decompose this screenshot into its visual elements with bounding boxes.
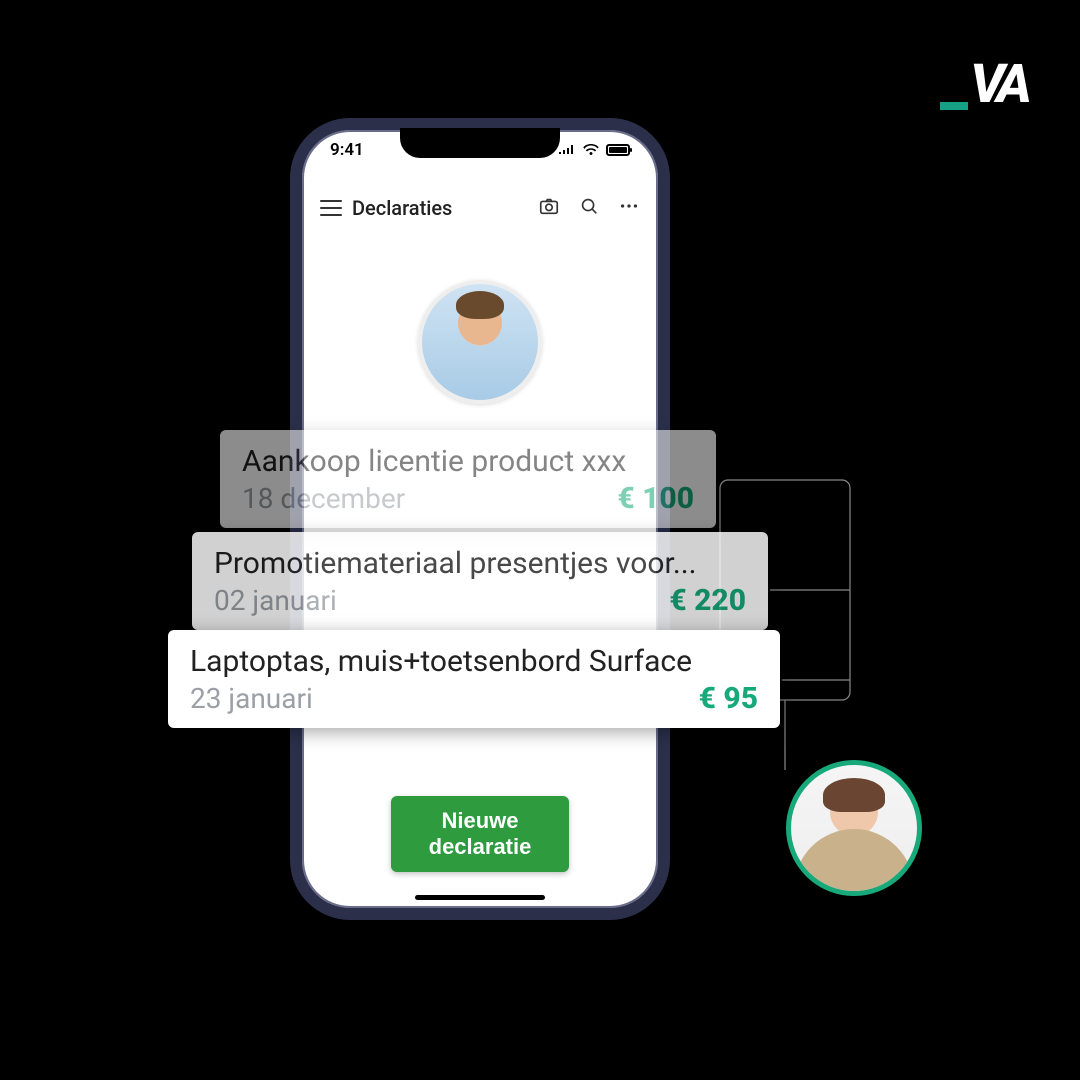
- expense-card[interactable]: Aankoop licentie product xxx 18 december…: [220, 430, 716, 528]
- phone-notch: [400, 128, 560, 158]
- new-declaration-button[interactable]: Nieuwe declaratie: [391, 796, 569, 872]
- expense-card[interactable]: Promotiemateriaal presentjes voor... 02 …: [192, 532, 768, 630]
- expense-date: 18 december: [242, 482, 405, 515]
- expense-date: 23 januari: [190, 682, 313, 715]
- expense-amount: € 100: [617, 481, 694, 516]
- expense-title: Laptoptas, muis+toetsenbord Surface: [190, 644, 758, 679]
- expense-date: 02 januari: [214, 584, 337, 617]
- expense-card[interactable]: Laptoptas, muis+toetsenbord Surface 23 j…: [168, 630, 780, 728]
- expense-amount: € 220: [669, 583, 746, 618]
- expense-amount: € 95: [699, 681, 758, 716]
- expense-title: Aankoop licentie product xxx: [242, 444, 694, 479]
- expense-title: Promotiemateriaal presentjes voor...: [214, 546, 746, 581]
- manager-avatar[interactable]: [786, 760, 922, 896]
